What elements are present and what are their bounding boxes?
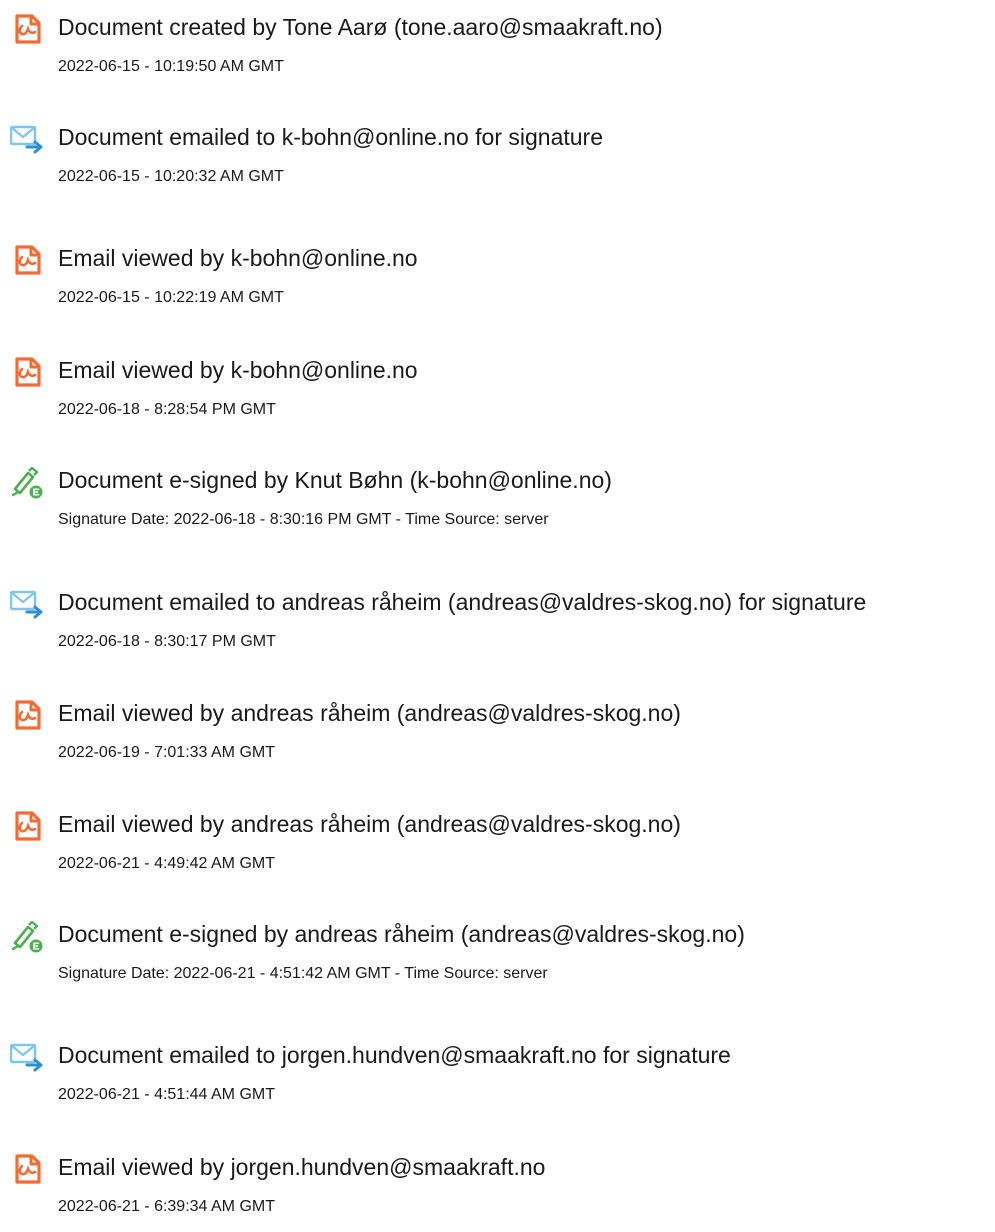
event-timestamp: 2022-06-19 - 7:01:33 AM GMT [58,744,275,761]
e-sign-icon [10,919,44,953]
event-title: Document e-signed by Knut Bøhn (k-bohn@o… [58,467,612,493]
event-timestamp: Signature Date: 2022-06-18 - 8:30:16 PM … [58,511,549,528]
event-title: Document e-signed by andreas råheim (and… [58,921,745,947]
document-icon [10,1152,44,1186]
event-timestamp: 2022-06-21 - 4:49:42 AM GMT [58,855,275,872]
audit-event: Document e-signed by andreas råheim (and… [0,919,995,999]
document-icon [10,698,44,732]
audit-trail-list: Document created by Tone Aarø (tone.aaro… [0,0,995,1224]
event-timestamp: 2022-06-21 - 4:51:44 AM GMT [58,1086,275,1103]
event-title: Document emailed to k-bohn@online.no for… [58,124,603,150]
audit-event: Email viewed by k-bohn@online.no 2022-06… [0,243,995,323]
document-icon [10,12,44,46]
audit-event: Document emailed to k-bohn@online.no for… [0,122,995,202]
audit-event: Email viewed by k-bohn@online.no 2022-06… [0,355,995,435]
event-title: Document emailed to jorgen.hundven@smaak… [58,1042,731,1068]
email-sent-icon [10,122,44,156]
event-title: Document emailed to andreas råheim (andr… [58,589,867,615]
event-timestamp: 2022-06-15 - 10:19:50 AM GMT [58,58,284,75]
event-title: Email viewed by jorgen.hundven@smaakraft… [58,1154,546,1180]
document-icon [10,243,44,277]
audit-event: Email viewed by jorgen.hundven@smaakraft… [0,1152,995,1232]
event-title: Document created by Tone Aarø (tone.aaro… [58,14,663,40]
audit-event: Email viewed by andreas råheim (andreas@… [0,809,995,889]
event-timestamp: Signature Date: 2022-06-21 - 4:51:42 AM … [58,965,548,982]
event-title: Email viewed by andreas råheim (andreas@… [58,811,681,837]
document-icon [10,355,44,389]
event-timestamp: 2022-06-21 - 6:39:34 AM GMT [58,1198,275,1215]
event-timestamp: 2022-06-15 - 10:22:19 AM GMT [58,289,284,306]
email-sent-icon [10,587,44,621]
event-title: Email viewed by andreas råheim (andreas@… [58,700,681,726]
event-title: Email viewed by k-bohn@online.no [58,357,418,383]
event-timestamp: 2022-06-15 - 10:20:32 AM GMT [58,168,284,185]
e-sign-icon [10,465,44,499]
event-title: Email viewed by k-bohn@online.no [58,245,418,271]
event-timestamp: 2022-06-18 - 8:30:17 PM GMT [58,633,276,650]
document-icon [10,809,44,843]
audit-event: Document e-signed by Knut Bøhn (k-bohn@o… [0,465,995,545]
audit-event: Document emailed to jorgen.hundven@smaak… [0,1040,995,1120]
event-timestamp: 2022-06-18 - 8:28:54 PM GMT [58,401,276,418]
audit-event: Document emailed to andreas råheim (andr… [0,587,995,667]
audit-event: Email viewed by andreas råheim (andreas@… [0,698,995,778]
email-sent-icon [10,1040,44,1074]
audit-event: Document created by Tone Aarø (tone.aaro… [0,12,995,92]
